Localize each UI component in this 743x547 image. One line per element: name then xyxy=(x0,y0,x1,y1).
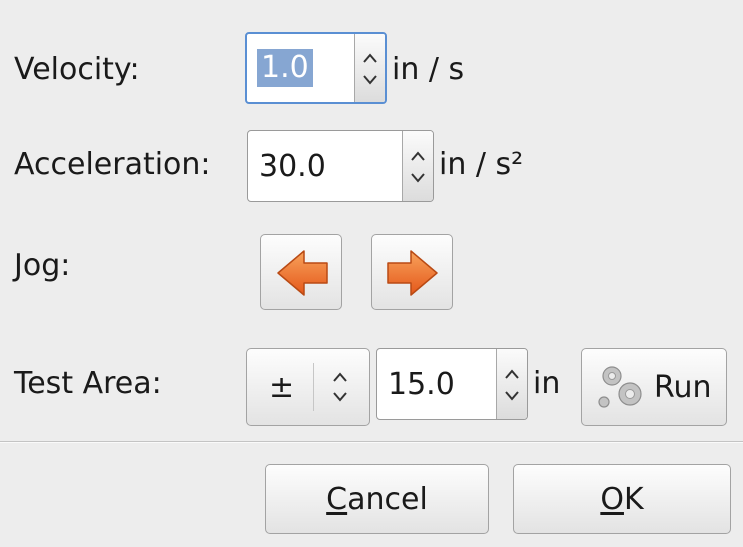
velocity-spinbox[interactable]: 1.0 xyxy=(245,32,387,104)
acceleration-label: Acceleration: xyxy=(14,147,211,182)
arrow-left-icon xyxy=(277,250,328,296)
run-button[interactable]: Run xyxy=(581,348,727,426)
acceleration-input[interactable]: 30.0 xyxy=(259,131,326,201)
velocity-input[interactable]: 1.0 xyxy=(257,34,313,102)
ok-label: OK xyxy=(514,465,730,533)
up-down-chevron-icon xyxy=(333,372,347,402)
run-label: Run xyxy=(654,369,712,405)
test-area-unit: in xyxy=(533,366,561,401)
velocity-value-selected: 1.0 xyxy=(257,49,313,87)
acceleration-stepper[interactable] xyxy=(402,131,433,201)
mode-value: ± xyxy=(269,369,295,405)
chevron-up-icon xyxy=(363,53,377,63)
velocity-label: Velocity: xyxy=(14,52,140,87)
velocity-stepper[interactable] xyxy=(354,34,385,102)
jog-label: Jog: xyxy=(14,248,71,283)
mode-separator xyxy=(313,363,314,411)
chevron-down-icon xyxy=(411,173,425,183)
test-area-stepper[interactable] xyxy=(496,349,527,419)
cancel-label: Cancel xyxy=(266,465,488,533)
chevron-up-icon xyxy=(505,369,519,379)
ok-button[interactable]: OK xyxy=(513,464,731,534)
test-area-mode-select[interactable]: ± xyxy=(246,348,370,426)
arrow-right-icon xyxy=(387,250,438,296)
test-area-input[interactable]: 15.0 xyxy=(388,349,455,419)
test-area-spinbox[interactable]: 15.0 xyxy=(376,348,528,420)
cancel-button[interactable]: Cancel xyxy=(265,464,489,534)
acceleration-spinbox[interactable]: 30.0 xyxy=(247,130,434,202)
cancel-mnemonic: C xyxy=(326,481,348,517)
velocity-unit: in / s xyxy=(392,52,465,87)
ok-label-rest: K xyxy=(623,481,644,517)
cancel-label-rest: ancel xyxy=(347,481,428,517)
gears-icon xyxy=(598,366,642,408)
ok-mnemonic: O xyxy=(600,481,624,517)
chevron-down-icon xyxy=(505,391,519,401)
acceleration-unit: in / s² xyxy=(439,147,524,182)
jog-right-button[interactable] xyxy=(371,234,453,310)
chevron-down-icon xyxy=(363,75,377,85)
separator-highlight xyxy=(0,442,743,443)
jog-left-button[interactable] xyxy=(260,234,342,310)
chevron-up-icon xyxy=(411,151,425,161)
test-area-label: Test Area: xyxy=(14,366,162,401)
